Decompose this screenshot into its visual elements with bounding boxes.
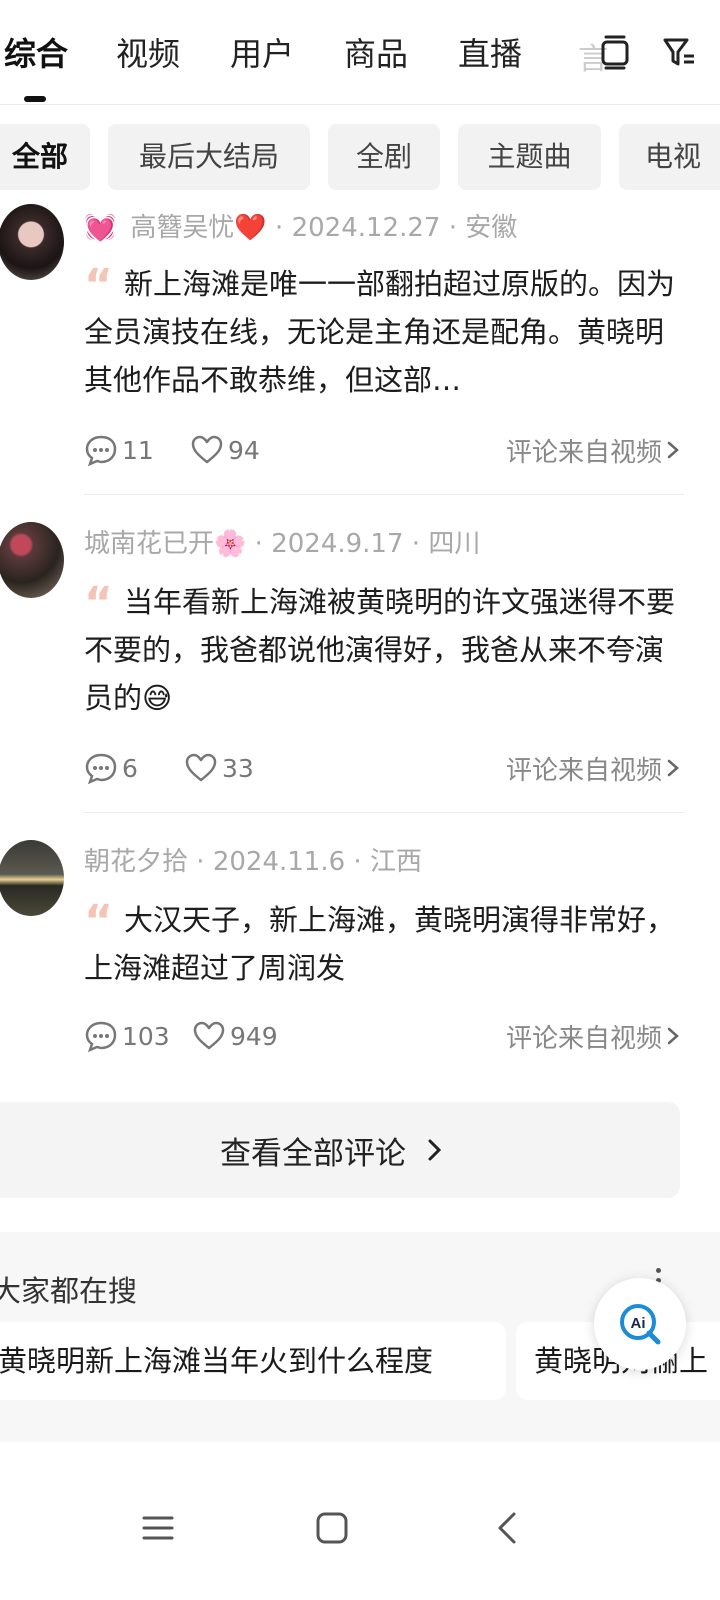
comment-body[interactable]: “当年看新上海滩被黄晓明的许文强迷得不要不要的，我爸都说他演得好，我爸从来不夸演… xyxy=(84,578,684,722)
tab-products[interactable]: 商品 xyxy=(344,32,408,76)
chip-full-series[interactable]: 全剧 xyxy=(328,124,440,190)
like-button[interactable]: 94 xyxy=(190,430,260,470)
divider xyxy=(84,812,684,813)
like-button[interactable]: 949 xyxy=(192,1016,278,1056)
comment-date: 2024.11.6 xyxy=(212,847,346,877)
active-tab-indicator xyxy=(24,96,46,102)
reply-button[interactable]: 6 xyxy=(84,748,138,788)
ai-assistant-button[interactable]: Ai xyxy=(594,1278,686,1370)
comment-body[interactable]: “大汉天子，新上海滩，黄晓明演得非常好，上海滩超过了周润发 xyxy=(84,896,684,992)
top-tab-bar: 综合 视频 用户 商品 直播 言 xyxy=(0,0,720,105)
svg-text:Ai: Ai xyxy=(631,1315,646,1332)
like-count: 94 xyxy=(228,435,260,465)
window-icon[interactable] xyxy=(598,34,632,70)
comment-source-link[interactable]: 评论来自视频 xyxy=(506,430,684,470)
comment-location: 四川 xyxy=(428,529,481,559)
divider xyxy=(84,494,684,495)
like-button[interactable]: 33 xyxy=(184,748,254,788)
tab-users[interactable]: 用户 xyxy=(230,32,294,76)
avatar[interactable] xyxy=(0,840,64,916)
view-all-label: 查看全部评论 xyxy=(220,1135,406,1172)
comment-text: 当年看新上海滩被黄晓明的许文强迷得不要不要的，我爸都说他演得好，我爸从来不夸演员… xyxy=(84,585,676,715)
comment-source-label: 评论来自视频 xyxy=(505,437,662,468)
suggested-search-item[interactable]: 黄晓明新上海滩当年火到什么程度 xyxy=(0,1322,506,1400)
like-count: 33 xyxy=(222,753,254,783)
avatar[interactable] xyxy=(0,204,64,280)
heart-icon xyxy=(185,753,217,782)
suggested-title: 大家都在搜 xyxy=(0,1274,138,1308)
comment-source-link[interactable]: 评论来自视频 xyxy=(506,1016,684,1056)
avatar[interactable] xyxy=(0,522,64,598)
ai-icon: Ai xyxy=(620,1304,661,1345)
back-icon xyxy=(498,1512,516,1544)
username[interactable]: 高簪吴忧 xyxy=(130,213,234,243)
reply-icon xyxy=(85,1021,117,1053)
reply-button[interactable]: 11 xyxy=(84,430,154,470)
comment-meta: 💓 高簪吴忧❤️ · 2024.12.27 · 安徽 xyxy=(84,213,518,243)
home-icon xyxy=(316,1512,348,1544)
comment-text: 大汉天子，新上海滩，黄晓明演得非常好，上海滩超过了周润发 xyxy=(84,903,676,985)
tab-video[interactable]: 视频 xyxy=(116,32,180,76)
chevron-right-icon xyxy=(667,441,679,459)
comment-meta: 朝花夕拾 · 2024.11.6 · 江西 xyxy=(84,847,422,877)
heart-icon xyxy=(191,435,223,464)
tab-live[interactable]: 直播 xyxy=(458,32,522,76)
comment-location: 安徽 xyxy=(465,213,518,243)
comment-date: 2024.12.27 xyxy=(291,213,441,243)
chevron-right-icon xyxy=(667,759,679,777)
comment-actions: 103 949 评论来自视频 xyxy=(84,1016,684,1056)
comment-meta: 城南花已开🌸 · 2024.9.17 · 四川 xyxy=(84,529,481,559)
user-emoji: 🌸 xyxy=(214,529,247,559)
comment-date: 2024.9.17 xyxy=(271,529,404,559)
comment-source-label: 评论来自视频 xyxy=(505,755,662,786)
chevron-right-icon xyxy=(667,1027,679,1045)
reply-button[interactable]: 103 xyxy=(84,1016,170,1056)
user-emoji: ❤️ xyxy=(234,213,267,243)
quote-icon: “ xyxy=(84,260,113,311)
system-nav-bar xyxy=(0,1460,720,1600)
chip-tv[interactable]: 电视 xyxy=(619,124,720,190)
menu-icon xyxy=(142,1516,174,1540)
username[interactable]: 城南花已开 xyxy=(84,529,214,559)
heart-icon xyxy=(193,1021,225,1050)
reply-count: 6 xyxy=(122,753,138,783)
comment-actions: 6 33 评论来自视频 xyxy=(84,748,684,788)
comment-source-label: 评论来自视频 xyxy=(505,1023,662,1054)
user-badge-emoji: 💓 xyxy=(84,213,117,243)
reply-count: 103 xyxy=(122,1021,170,1051)
reply-icon xyxy=(85,753,117,785)
comment-actions: 11 94 评论来自视频 xyxy=(84,430,684,470)
quote-icon: “ xyxy=(84,578,113,629)
quote-icon: “ xyxy=(84,896,113,947)
chevron-right-icon xyxy=(428,1139,442,1161)
reply-count: 11 xyxy=(122,435,154,465)
comment-location: 江西 xyxy=(369,847,422,877)
filter-chip-row: 全部 最后大结局 全剧 主题曲 电视 xyxy=(0,124,720,194)
comment-source-link[interactable]: 评论来自视频 xyxy=(506,748,684,788)
chip-all[interactable]: 全部 xyxy=(0,124,90,190)
comment-body[interactable]: “新上海滩是唯一一部翻拍超过原版的。因为全员演技在线，无论是主角还是配角。黄晓明… xyxy=(84,260,684,404)
username[interactable]: 朝花夕拾 xyxy=(84,847,188,877)
chip-theme-song[interactable]: 主题曲 xyxy=(458,124,601,190)
back-button[interactable] xyxy=(478,1498,538,1558)
reply-icon xyxy=(85,435,117,467)
home-button[interactable] xyxy=(302,1498,362,1558)
menu-button[interactable] xyxy=(128,1498,188,1558)
comment-text: 新上海滩是唯一一部翻拍超过原版的。因为全员演技在线，无论是主角还是配角。黄晓明其… xyxy=(84,267,676,397)
filter-icon[interactable] xyxy=(662,34,696,70)
like-count: 949 xyxy=(230,1021,278,1051)
tab-comprehensive[interactable]: 综合 xyxy=(4,32,68,76)
chip-finale[interactable]: 最后大结局 xyxy=(108,124,310,190)
view-all-comments-button[interactable]: 查看全部评论 xyxy=(0,1102,680,1198)
